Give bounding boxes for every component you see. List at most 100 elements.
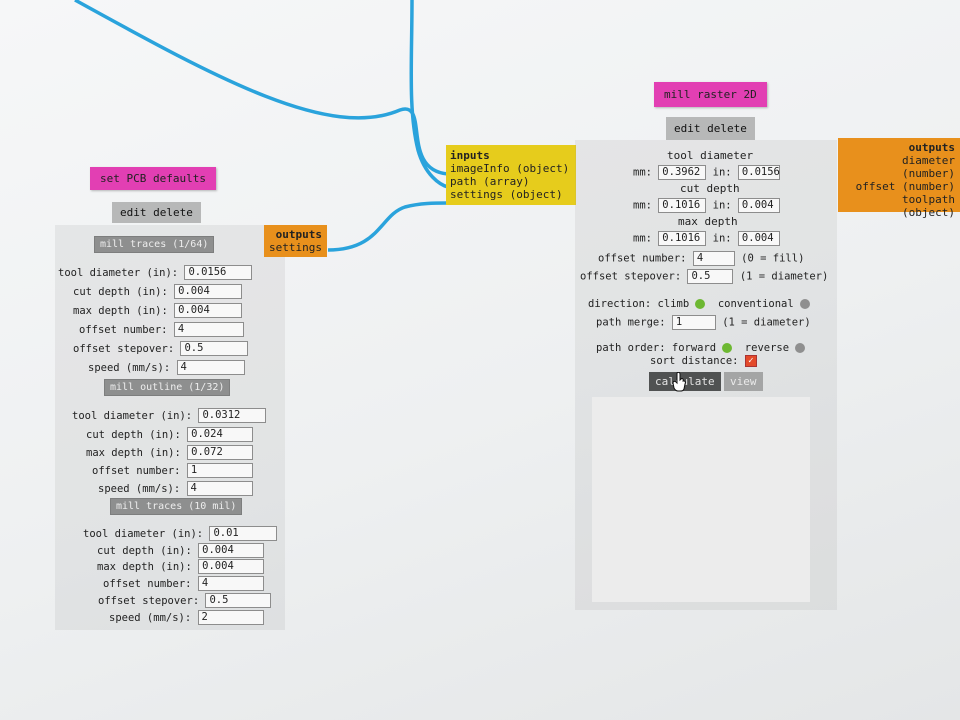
cut-depth-mm-input[interactable]: 0.1016: [658, 198, 707, 213]
max-depth-input[interactable]: 0.004: [174, 303, 243, 318]
field-label: offset stepover:: [98, 594, 200, 607]
pcb-s2-max-depth-row: max depth (in): 0.072: [86, 445, 254, 460]
field-label: offset stepover:: [73, 342, 175, 355]
inputs-header: inputs: [450, 149, 490, 162]
in-label: in:: [712, 166, 732, 179]
mm-label: mm:: [633, 166, 652, 179]
cut-depth-in-input[interactable]: 0.004: [737, 198, 780, 213]
in-label: in:: [712, 199, 732, 212]
outputs-header: outputs: [275, 228, 322, 241]
field-label: speed (mm/s):: [98, 482, 181, 495]
climb-radio-icon[interactable]: [695, 299, 706, 309]
mill-raster-edit-delete[interactable]: edit delete: [666, 117, 755, 140]
path-order-reverse-label: reverse: [744, 342, 790, 354]
tool-diameter-input[interactable]: 0.0156: [184, 265, 253, 280]
offset-number-input[interactable]: 4: [173, 322, 244, 337]
tool-diameter-input[interactable]: 0.0312: [198, 408, 267, 423]
pcb-defaults-edit-delete[interactable]: edit delete: [112, 202, 201, 223]
sort-distance-checkbox-icon[interactable]: ✓: [744, 355, 757, 367]
cut-depth-row: mm: 0.1016 in: 0.004: [633, 198, 780, 213]
path-order-forward-label: forward: [671, 342, 717, 354]
offset-stepover-input[interactable]: 0.5: [180, 341, 249, 356]
max-depth-in-input[interactable]: 0.004: [737, 231, 780, 246]
offset-stepover-input[interactable]: 0.5: [205, 593, 272, 608]
input-image-info-port[interactable]: imageInfo (object): [450, 162, 572, 175]
offset-number-label: offset number:: [598, 252, 687, 265]
inputs-node: inputs imageInfo (object) path (array) s…: [446, 145, 576, 205]
cut-depth-input[interactable]: 0.004: [198, 543, 265, 558]
pcb-s1-offset-number-row: offset number: 4: [79, 322, 244, 337]
cut-depth-input[interactable]: 0.004: [174, 284, 243, 299]
max-depth-mm-input[interactable]: 0.1016: [658, 231, 707, 246]
pcb-s1-cut-depth-row: cut depth (in): 0.004: [73, 284, 243, 299]
output-offset-port[interactable]: offset (number): [843, 180, 955, 193]
output-diameter-port[interactable]: diameter (number): [843, 154, 955, 180]
wire-image-info: [74, 0, 449, 176]
pcb-s3-offset-stepover-row: offset stepover: 0.5: [98, 593, 272, 608]
direction-row: direction: climb conventional: [588, 298, 810, 310]
conventional-radio-icon[interactable]: [800, 299, 810, 309]
pcb-defaults-title[interactable]: set PCB defaults: [90, 167, 216, 190]
offset-stepover-hint: (1 = diameter): [739, 270, 829, 283]
field-label: offset number:: [92, 464, 181, 477]
tool-diameter-in-input[interactable]: 0.0156: [737, 165, 780, 180]
sort-distance-row: sort distance: ✓: [650, 355, 757, 367]
mill-traces-10mil-button[interactable]: mill traces (10 mil): [110, 498, 243, 515]
speed-input[interactable]: 4: [176, 360, 245, 375]
output-toolpath-port[interactable]: toolpath (object): [843, 193, 955, 219]
field-label: tool diameter (in):: [58, 266, 179, 279]
field-label: max depth (in):: [73, 304, 168, 317]
path-merge-row: path merge: 1 (1 = diameter): [596, 315, 811, 330]
pcb-s2-cut-depth-row: cut depth (in): 0.024: [86, 427, 254, 442]
field-label: cut depth (in):: [97, 544, 192, 557]
offset-number-row: offset number: 4 (0 = fill): [598, 251, 804, 266]
speed-input[interactable]: 4: [186, 481, 253, 496]
offset-number-input[interactable]: 4: [692, 251, 735, 266]
input-path-port[interactable]: path (array): [450, 175, 572, 188]
offset-number-input[interactable]: 1: [186, 463, 253, 478]
pcb-s1-offset-stepover-row: offset stepover: 0.5: [73, 341, 249, 356]
tool-diameter-heading: tool diameter: [667, 149, 754, 162]
offset-number-hint: (0 = fill): [741, 252, 805, 265]
offset-number-input[interactable]: 4: [197, 576, 264, 591]
direction-conventional-label: conventional: [717, 298, 794, 310]
in-label: in:: [712, 232, 732, 245]
max-depth-input[interactable]: 0.004: [198, 559, 265, 574]
hand-pointer-icon: [672, 372, 686, 392]
max-depth-input[interactable]: 0.072: [187, 445, 254, 460]
pcb-outputs-node: outputs settings: [264, 225, 327, 257]
speed-input[interactable]: 2: [197, 610, 264, 625]
offset-stepover-row: offset stepover: 0.5 (1 = diameter): [580, 269, 828, 284]
path-merge-input[interactable]: 1: [671, 315, 716, 330]
pcb-s1-tool-diameter-row: tool diameter (in): 0.0156: [58, 265, 253, 280]
field-label: max depth (in):: [86, 446, 181, 459]
pcb-s1-max-depth-row: max depth (in): 0.004: [73, 303, 243, 318]
path-merge-label: path merge:: [596, 316, 666, 329]
pcb-s2-speed-row: speed (mm/s): 4: [98, 481, 253, 496]
forward-radio-icon[interactable]: [722, 343, 733, 353]
field-label: speed (mm/s):: [109, 611, 192, 624]
view-button[interactable]: view: [724, 372, 763, 391]
pcb-s3-tool-diameter-row: tool diameter (in): 0.01: [83, 526, 278, 541]
tool-diameter-input[interactable]: 0.01: [209, 526, 278, 541]
pcb-s3-max-depth-row: max depth (in): 0.004: [97, 559, 265, 574]
cut-depth-input[interactable]: 0.024: [187, 427, 254, 442]
output-settings-port[interactable]: settings: [269, 241, 322, 254]
field-label: offset number:: [79, 323, 168, 336]
mm-label: mm:: [633, 199, 652, 212]
tool-diameter-mm-input[interactable]: 0.3962: [658, 165, 707, 180]
mill-raster-title[interactable]: mill raster 2D: [654, 82, 767, 107]
reverse-radio-icon[interactable]: [795, 343, 806, 353]
pcb-s3-offset-number-row: offset number: 4: [103, 576, 264, 591]
input-settings-port[interactable]: settings (object): [450, 188, 572, 201]
field-label: max depth (in):: [97, 560, 192, 573]
offset-stepover-input[interactable]: 0.5: [687, 269, 734, 284]
mill-outline-132-button[interactable]: mill outline (1/32): [104, 379, 231, 396]
mill-traces-164-button[interactable]: mill traces (1/64): [94, 236, 215, 253]
pcb-s3-cut-depth-row: cut depth (in): 0.004: [97, 543, 265, 558]
field-label: cut depth (in):: [86, 428, 181, 441]
direction-label: direction:: [588, 298, 652, 310]
field-label: tool diameter (in):: [72, 409, 193, 422]
pcb-s2-offset-number-row: offset number: 1: [92, 463, 253, 478]
toolpath-preview-area: [592, 397, 810, 602]
